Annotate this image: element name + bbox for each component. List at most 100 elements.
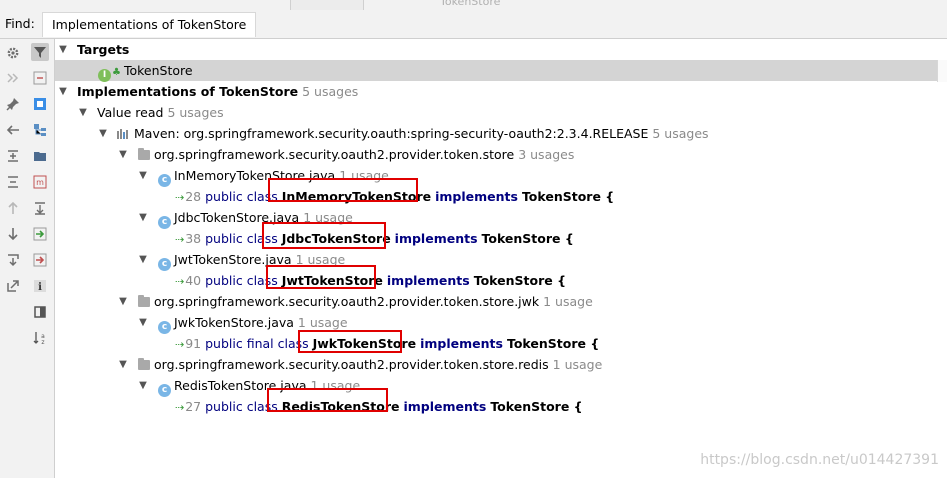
chevron-down-icon[interactable]: ▼	[117, 144, 129, 165]
target-item-label: TokenStore	[123, 63, 193, 78]
usage-arrow-icon: ⇢	[175, 191, 185, 204]
usage-arrow-icon: ⇢	[175, 233, 185, 246]
collapse-all-icon[interactable]	[4, 173, 22, 191]
annotation-box-jwk	[298, 330, 402, 353]
implementations-count: 5 usages	[302, 84, 359, 99]
package-icon	[138, 295, 150, 307]
group-by-directory-icon[interactable]	[31, 147, 49, 165]
line-number: 27	[185, 399, 202, 414]
tree-node-value-read[interactable]: ▼ Value read 5 usages	[55, 102, 947, 123]
usage-line[interactable]: ⇢28 public class InMemoryTokenStore impl…	[55, 186, 947, 207]
gear-icon[interactable]	[4, 44, 22, 62]
editor-tab-title[interactable]: TokenStore	[440, 0, 500, 8]
group-by-module-icon[interactable]	[31, 121, 49, 139]
export-icon[interactable]	[4, 251, 22, 269]
usage-line[interactable]: ⇢91 public final class JwkTokenStore imp…	[55, 333, 947, 354]
library-icon	[117, 129, 128, 139]
chevron-down-icon[interactable]: ▼	[137, 375, 149, 396]
targets-label: Targets	[77, 42, 130, 57]
usage-line[interactable]: ⇢38 public class JdbcTokenStore implemen…	[55, 228, 947, 249]
open-external-icon[interactable]	[4, 277, 22, 295]
svg-text:m: m	[36, 178, 44, 187]
preview-icon[interactable]	[31, 303, 49, 321]
usage-line[interactable]: ⇢27 public class RedisTokenStore impleme…	[55, 396, 947, 417]
svg-text:z: z	[41, 339, 44, 345]
navigate-prev-icon[interactable]	[31, 251, 49, 269]
interface-name: TokenStore {	[490, 399, 583, 414]
tree-node-file[interactable]: ▼ c InMemoryTokenStore.java 1 usage	[55, 165, 947, 187]
annotation-box-jdbc	[262, 222, 386, 249]
chevron-down-icon[interactable]: ▼	[137, 249, 149, 270]
scrollbar[interactable]	[937, 60, 947, 82]
package-name: org.springframework.security.oauth2.prov…	[154, 357, 549, 372]
implements-keyword: implements	[394, 231, 478, 246]
package-name: org.springframework.security.oauth2.prov…	[154, 294, 540, 309]
expand-all-icon[interactable]	[4, 147, 22, 165]
package-icon	[138, 148, 150, 160]
info-icon[interactable]: i	[31, 277, 49, 295]
navigate-next-icon[interactable]	[31, 225, 49, 243]
tree-node-file[interactable]: ▼ c RedisTokenStore.java 1 usage	[55, 375, 947, 397]
find-tab-title: Implementations of TokenStore	[52, 17, 247, 32]
usages-tree[interactable]: ▼ Targets I ♣ TokenStore ▼ Implementations…	[55, 39, 947, 478]
method-icon[interactable]: m	[31, 173, 49, 191]
interface-name: TokenStore {	[521, 189, 615, 204]
double-arrow-icon[interactable]	[4, 69, 22, 87]
find-tab[interactable]: Implementations of TokenStore	[42, 12, 257, 37]
tree-node-file[interactable]: ▼ c JdbcTokenStore.java 1 usage	[55, 207, 947, 229]
annotation-box-jwt	[266, 265, 376, 289]
chevron-down-icon[interactable]: ▼	[137, 165, 149, 186]
package-name: org.springframework.security.oauth2.prov…	[154, 147, 515, 162]
chevron-down-icon[interactable]: ▼	[137, 207, 149, 228]
chevron-down-icon[interactable]: ▼	[117, 354, 129, 375]
line-number: 40	[185, 273, 202, 288]
chevron-down-icon[interactable]: ▼	[97, 123, 109, 144]
interface-name: TokenStore {	[506, 336, 600, 351]
implements-keyword: implements	[435, 189, 518, 204]
interface-name: TokenStore {	[481, 231, 574, 246]
implements-keyword: implements	[386, 273, 470, 288]
editor-tab-strip: TokenStore	[0, 0, 947, 10]
chevron-down-icon[interactable]: ▼	[117, 291, 129, 312]
package-count: 1 usage	[543, 294, 593, 309]
file-name: JwkTokenStore.java	[174, 315, 294, 330]
pin-icon[interactable]	[4, 95, 22, 113]
line-number: 91	[185, 336, 202, 351]
scroll-to-source-icon[interactable]	[31, 199, 49, 217]
watermark: https://blog.csdn.net/u014427391	[700, 452, 939, 468]
line-number: 28	[185, 189, 202, 204]
sort-az-icon[interactable]: az	[31, 329, 49, 347]
tree-node-file[interactable]: ▼ c JwtTokenStore.java 1 usage	[55, 249, 947, 271]
tree-node-package[interactable]: ▼ org.springframework.security.oauth2.pr…	[55, 291, 947, 312]
chevron-down-icon[interactable]: ▼	[57, 81, 69, 102]
editor-tab[interactable]	[290, 0, 364, 10]
filter-icon[interactable]	[31, 43, 49, 61]
select-icon[interactable]	[31, 95, 49, 113]
file-count: 1 usage	[297, 315, 348, 330]
arrow-up-icon[interactable]	[4, 199, 22, 217]
package-count: 3 usages	[518, 147, 575, 162]
chevron-down-icon[interactable]: ▼	[137, 312, 149, 333]
left-toolbar-secondary: m i az	[27, 39, 55, 478]
chevron-down-icon[interactable]: ▼	[77, 102, 89, 123]
arrow-down-icon[interactable]	[4, 225, 22, 243]
tree-node-maven[interactable]: ▼ Maven: org.springframework.security.oa…	[55, 123, 947, 144]
usage-arrow-icon: ⇢	[175, 338, 185, 351]
maven-label: Maven: org.springframework.security.oaut…	[134, 126, 649, 141]
tree-node-targets[interactable]: ▼ Targets	[55, 39, 947, 60]
line-number: 38	[185, 231, 202, 246]
implements-keyword: implements	[403, 399, 487, 414]
annotation-box-inmemory	[268, 178, 418, 202]
tree-node-target-item[interactable]: I ♣ TokenStore	[55, 60, 947, 82]
find-label: Find:	[5, 16, 35, 31]
left-toolbar	[0, 39, 28, 478]
chevron-down-icon[interactable]: ▼	[57, 39, 69, 60]
tree-node-package[interactable]: ▼ org.springframework.security.oauth2.pr…	[55, 144, 947, 165]
usage-line[interactable]: ⇢40 public class JwtTokenStore implement…	[55, 270, 947, 291]
package-icon	[138, 358, 150, 370]
tree-node-implementations[interactable]: ▼ Implementations of TokenStore 5 usages	[55, 81, 947, 102]
arrow-left-icon[interactable]	[4, 121, 22, 139]
tree-node-file[interactable]: ▼ c JwkTokenStore.java 1 usage	[55, 312, 947, 334]
merge-icon[interactable]	[31, 69, 49, 87]
tree-node-package[interactable]: ▼ org.springframework.security.oauth2.pr…	[55, 354, 947, 375]
